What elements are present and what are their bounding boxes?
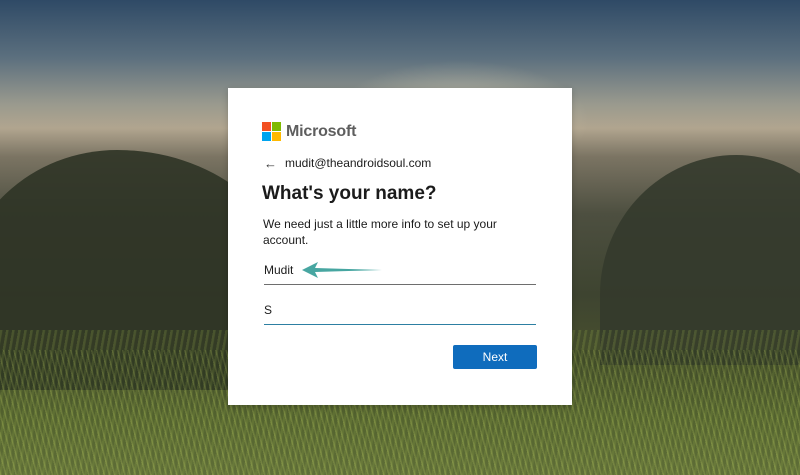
page-title: What's your name? bbox=[262, 183, 437, 204]
logo-square-blue bbox=[262, 132, 271, 141]
identity-banner: ← mudit@theandroidsoul.com bbox=[264, 156, 431, 170]
microsoft-logo: Microsoft bbox=[262, 122, 356, 141]
logo-square-yellow bbox=[272, 132, 281, 141]
signup-card: Microsoft ← mudit@theandroidsoul.com Wha… bbox=[228, 88, 572, 405]
page-description: We need just a little more info to set u… bbox=[263, 217, 497, 247]
logo-square-green bbox=[272, 122, 281, 131]
next-button[interactable]: Next bbox=[453, 345, 537, 369]
microsoft-logo-icon bbox=[262, 122, 281, 141]
brand-name: Microsoft bbox=[286, 122, 357, 140]
annotation-arrow-icon bbox=[302, 262, 382, 278]
logo-square-red bbox=[262, 122, 271, 131]
last-name-input[interactable] bbox=[264, 296, 536, 325]
arrow-left-icon[interactable]: ← bbox=[264, 157, 277, 170]
account-email: mudit@theandroidsoul.com bbox=[285, 156, 432, 170]
